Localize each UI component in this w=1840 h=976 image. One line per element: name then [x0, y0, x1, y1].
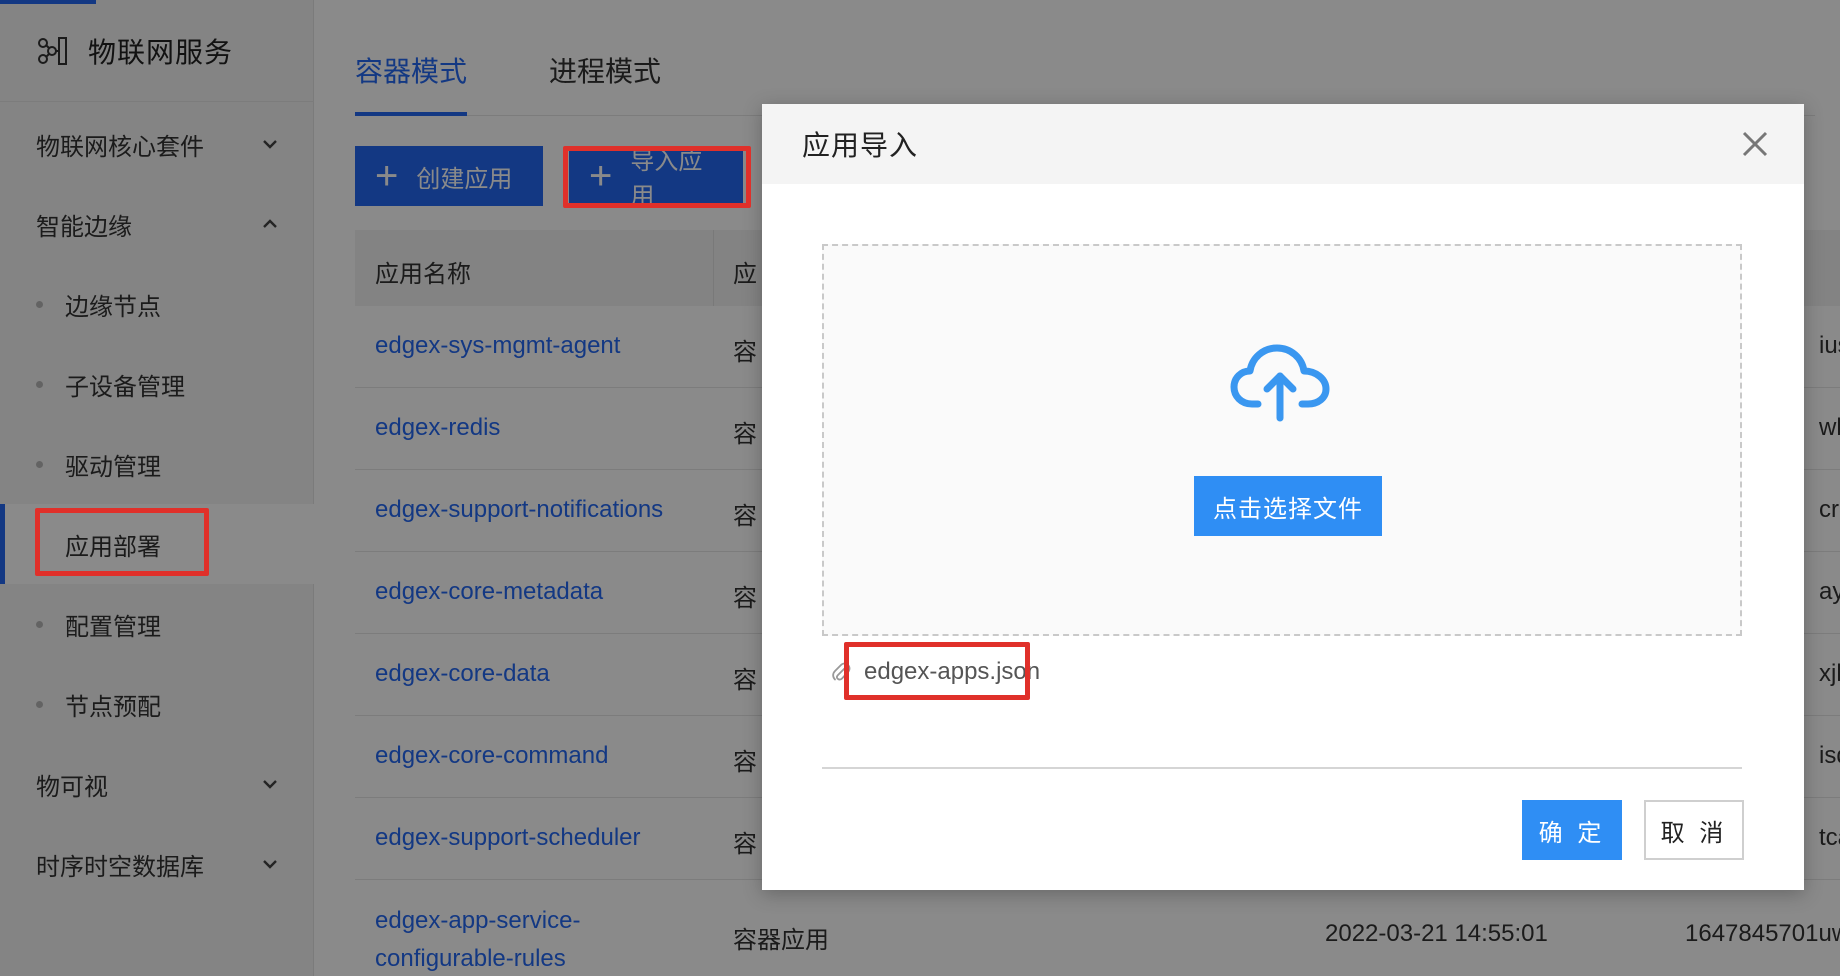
select-file-button[interactable]: 点击选择文件 [1194, 476, 1382, 536]
dialog-divider [822, 767, 1742, 769]
confirm-button[interactable]: 确 定 [1522, 800, 1622, 860]
paperclip-icon [832, 662, 851, 681]
import-app-dialog: 应用导入 点击选择文件 edgex-apps.json 确 定 取 消 [762, 104, 1804, 890]
dialog-header: 应用导入 [762, 104, 1804, 184]
cloud-upload-icon [1230, 344, 1330, 422]
selected-file-item: edgex-apps.json [830, 652, 1040, 692]
selected-file-name: edgex-apps.json [864, 658, 1041, 685]
dialog-title: 应用导入 [802, 130, 919, 161]
file-dropzone[interactable]: 点击选择文件 [822, 244, 1742, 636]
close-icon[interactable] [1738, 127, 1772, 161]
app-root: 物联网服务 物联网核心套件 智能边缘 边缘节点 子设备管理 驱动管理 应用部署 [0, 0, 1840, 976]
cancel-button[interactable]: 取 消 [1644, 800, 1744, 860]
